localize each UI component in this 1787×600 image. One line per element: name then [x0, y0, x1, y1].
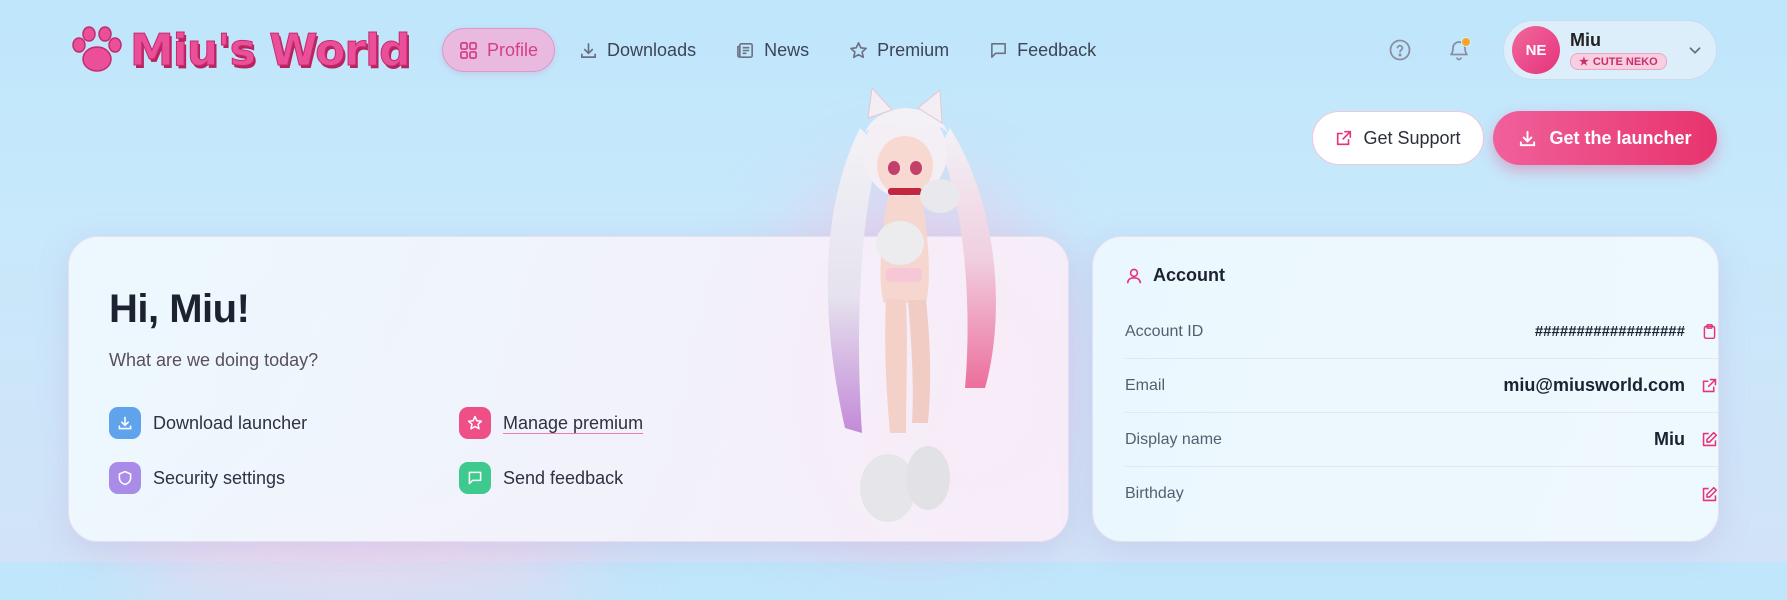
- shield-icon: [109, 462, 141, 494]
- birthday-label: Birthday: [1125, 485, 1184, 502]
- newspaper-icon: [737, 42, 754, 58]
- quick-download-launcher-label: Download launcher: [153, 412, 308, 433]
- account-id-label: Account ID: [1125, 322, 1204, 340]
- user-name: Miu: [1570, 30, 1601, 50]
- quick-security-settings-label: Security settings: [153, 467, 286, 488]
- account-row-email: Email miu@miusworld.com: [1125, 359, 1719, 413]
- greeting-subtitle: What are we doing today?: [109, 350, 319, 370]
- help-button[interactable]: [1386, 36, 1414, 64]
- account-header: Account: [1125, 265, 1225, 286]
- logo[interactable]: Miu's World: [70, 22, 412, 78]
- quick-send-feedback-label: Send feedback: [503, 467, 624, 488]
- get-launcher-button[interactable]: Get the launcher: [1493, 111, 1717, 165]
- account-id-value: ##################: [1534, 323, 1685, 340]
- nav-news[interactable]: News: [720, 28, 825, 72]
- quick-send-feedback[interactable]: Send feedback: [459, 462, 623, 494]
- user-badge-label: CUTE NEKO: [1592, 55, 1658, 68]
- message-icon: [991, 42, 1007, 58]
- account-row-id: Account ID ##################: [1125, 305, 1719, 359]
- user-icon: [1126, 268, 1142, 283]
- nav-premium[interactable]: Premium: [833, 28, 965, 72]
- external-link-icon: [1337, 130, 1352, 146]
- download-icon: [581, 42, 597, 58]
- grid-icon: [460, 41, 477, 59]
- display-name-value: Miu: [1654, 429, 1685, 449]
- star-icon: [850, 41, 868, 58]
- email-value: miu@miusworld.com: [1503, 375, 1685, 395]
- account-row-birthday: Birthday: [1125, 467, 1719, 521]
- get-support-label: Get Support: [1363, 127, 1461, 148]
- nav-feedback[interactable]: Feedback: [973, 28, 1112, 72]
- account-title: Account: [1153, 265, 1225, 285]
- message-icon: [459, 462, 491, 494]
- notifications-button[interactable]: [1445, 36, 1473, 64]
- chevron-down-icon: [1689, 47, 1701, 54]
- nav-downloads[interactable]: Downloads: [563, 28, 712, 72]
- quick-manage-premium-label: Manage premium: [503, 412, 644, 433]
- quick-download-launcher[interactable]: Download launcher: [109, 407, 307, 439]
- get-support-button[interactable]: Get Support: [1312, 111, 1484, 165]
- account-row-display-name: Display name Miu: [1125, 413, 1719, 467]
- user-badge: ★ CUTE NEKO: [1570, 53, 1667, 70]
- quick-manage-premium[interactable]: Manage premium: [459, 407, 643, 439]
- avatar: NE: [1512, 26, 1560, 74]
- clipboard-icon[interactable]: [1699, 322, 1719, 342]
- badge-star-icon: ★: [1579, 56, 1589, 68]
- nav-downloads-label: Downloads: [607, 39, 697, 60]
- star-icon: [459, 407, 491, 439]
- get-launcher-label: Get the launcher: [1549, 127, 1692, 148]
- external-link-icon[interactable]: [1699, 376, 1719, 396]
- nav-feedback-label: Feedback: [1017, 39, 1097, 60]
- download-icon: [109, 407, 141, 439]
- user-menu[interactable]: NE Miu ★ CUTE NEKO: [1503, 20, 1717, 80]
- edit-icon[interactable]: [1699, 484, 1719, 504]
- nav-news-label: News: [764, 39, 810, 60]
- mascot-illustration: [827, 88, 996, 522]
- nav-profile-label: Profile: [487, 39, 539, 60]
- nav-premium-label: Premium: [877, 39, 950, 60]
- logo-text: Miu's World: [130, 24, 412, 76]
- greeting: Hi, Miu!: [109, 287, 250, 331]
- help-circle-icon: [1389, 39, 1411, 61]
- nav-profile[interactable]: Profile: [442, 28, 556, 72]
- account-card: Account Account ID ################## Em…: [1092, 236, 1719, 542]
- paw-icon: [72, 26, 122, 72]
- email-label: Email: [1125, 376, 1166, 394]
- notification-dot: [1461, 37, 1471, 47]
- main-nav: Profile Downloads News Premium Feedback: [442, 28, 1112, 72]
- edit-icon[interactable]: [1699, 430, 1719, 450]
- download-icon: [1520, 130, 1536, 146]
- display-name-label: Display name: [1125, 430, 1222, 448]
- quick-security-settings[interactable]: Security settings: [109, 462, 285, 494]
